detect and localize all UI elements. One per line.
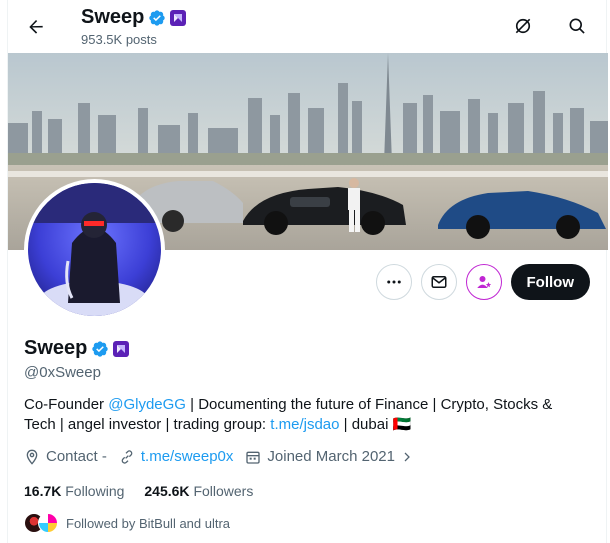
verified-icon	[149, 9, 166, 26]
contact-item[interactable]: Contact -	[24, 448, 107, 465]
affiliate-badge-icon[interactable]	[113, 340, 130, 357]
back-button[interactable]	[20, 11, 52, 43]
back-arrow-icon	[29, 20, 43, 34]
verified-icon[interactable]	[91, 340, 109, 358]
top-bar: Sweep 953.5K posts	[8, 0, 608, 53]
bio-telegram-link[interactable]: t.me/jsdao	[270, 416, 339, 433]
profile-actions: Follow	[375, 264, 590, 300]
following-link[interactable]: 16.7K Following	[24, 483, 124, 499]
grok-button[interactable]	[510, 13, 536, 39]
search-icon	[569, 18, 585, 34]
bio-mention-link[interactable]: @GlydeGG	[108, 396, 186, 413]
website-item[interactable]: t.me/sweep0x	[119, 448, 234, 465]
location-icon	[26, 449, 38, 465]
joined-item[interactable]: Joined March 2021	[245, 448, 413, 465]
joined-date: Joined March 2021	[267, 448, 395, 465]
contact-label: Contact -	[46, 448, 107, 465]
following-label: Following	[65, 483, 125, 499]
bio-text: | dubai 🇦🇪	[339, 416, 412, 433]
link-icon	[121, 449, 133, 464]
avatar-frame[interactable]	[24, 179, 165, 320]
followers-link[interactable]: 245.6K Followers	[144, 483, 253, 499]
profile-meta: Contact - t.me/sweep0x Joined March 2021	[24, 448, 413, 465]
subscribe-button[interactable]	[465, 264, 502, 300]
display-name: Sweep	[24, 337, 88, 359]
avatar[interactable]	[28, 183, 161, 316]
more-button[interactable]	[375, 264, 412, 300]
followed-by-avatars	[24, 513, 58, 533]
chevron-right-icon	[404, 452, 410, 461]
more-icon	[386, 280, 401, 284]
followers-label: Followers	[193, 483, 254, 499]
followers-count: 245.6K	[144, 483, 190, 499]
followed-by[interactable]: Followed by BitBull and ultra	[24, 513, 230, 533]
affiliate-badge-icon[interactable]	[170, 9, 187, 26]
follow-button[interactable]: Follow	[510, 264, 590, 300]
post-count: 953.5K posts	[81, 32, 157, 47]
profile-name: Sweep	[24, 337, 130, 360]
profile-handle: @0xSweep	[24, 364, 101, 381]
search-button[interactable]	[564, 13, 590, 39]
calendar-icon	[246, 451, 261, 464]
profile-bio: Co-Founder @GlydeGG | Documenting the fu…	[24, 395, 584, 435]
avatar	[38, 513, 58, 533]
message-button[interactable]	[420, 264, 457, 300]
followed-by-text: Followed by BitBull and ultra	[66, 515, 231, 531]
header-name: Sweep	[81, 6, 145, 28]
following-count: 16.7K	[24, 483, 62, 499]
website-link[interactable]: t.me/sweep0x	[141, 448, 234, 465]
profile-page: Sweep 953.5K posts Follow Sweep @0xSweep…	[7, 0, 608, 543]
subscribe-icon	[476, 276, 491, 288]
bio-text: Co-Founder	[24, 396, 109, 413]
avatar-image	[28, 183, 161, 316]
header-title: Sweep	[81, 6, 187, 29]
message-icon	[431, 276, 446, 288]
grok-icon	[515, 18, 531, 34]
follow-stats: 16.7K Following 245.6K Followers	[24, 483, 253, 499]
